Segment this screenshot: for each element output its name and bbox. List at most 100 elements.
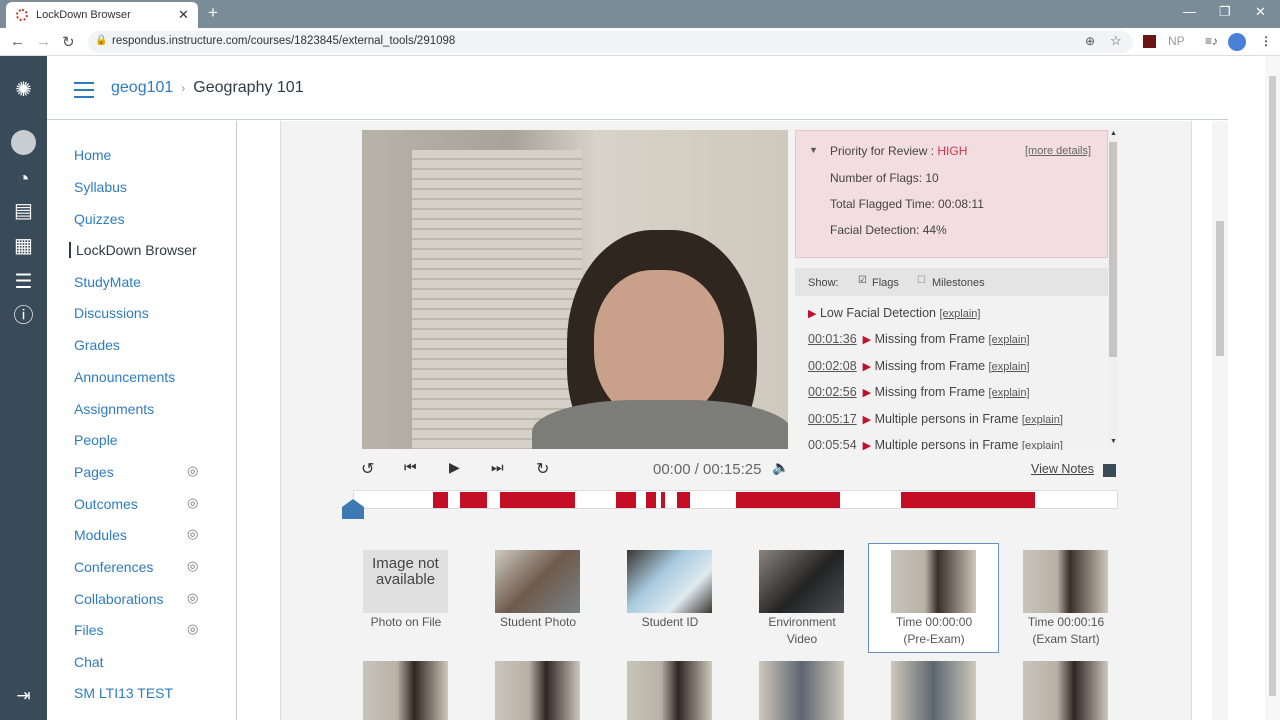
content-scrollbar[interactable] [1212, 121, 1228, 720]
close-window-icon[interactable]: ✕ [1255, 4, 1266, 20]
flag-segment[interactable] [616, 492, 637, 508]
new-tab-icon[interactable]: + [208, 3, 218, 23]
course-nav-item[interactable]: Chat [74, 654, 104, 670]
thumbnail-label: Student ID [641, 615, 699, 629]
help-icon[interactable]: ⓘ [10, 303, 37, 330]
collapse-nav-icon[interactable]: ⇥ [10, 682, 37, 709]
flag-text: Low Facial Detection [819, 306, 936, 320]
course-nav-item[interactable]: People [74, 432, 118, 448]
browser-tab[interactable]: LockDown Browser ✕ [6, 2, 198, 28]
flag-time-link[interactable]: 00:02:56 [808, 385, 857, 399]
back-icon[interactable]: ← [10, 33, 25, 50]
calendar-icon[interactable]: ▦ [10, 233, 37, 260]
skip-previous-icon[interactable]: ⏮ [404, 459, 417, 476]
more-details-link[interactable]: [more details] [1025, 145, 1091, 157]
flag-time-link[interactable]: 00:01:36 [808, 332, 857, 346]
dashboard-icon[interactable]: ◔ [10, 166, 37, 193]
flag-timeline[interactable] [353, 490, 1118, 509]
explain-link[interactable]: [explain] [1022, 414, 1063, 426]
courses-icon[interactable]: ▤ [10, 198, 37, 225]
profile-avatar[interactable] [1228, 33, 1246, 51]
breadcrumb-course-link[interactable]: geog101 [111, 79, 173, 96]
account-icon[interactable] [10, 129, 37, 156]
page-scrollbar[interactable] [1265, 56, 1280, 720]
thumbnail-image[interactable] [759, 661, 844, 720]
view-notes-link[interactable]: View Notes [1031, 462, 1094, 476]
volume-icon[interactable]: 🔈 [772, 459, 789, 476]
thumbnail-image[interactable] [891, 550, 976, 613]
course-nav-item[interactable]: Home [74, 147, 111, 163]
thumbnail-image[interactable] [759, 550, 844, 613]
minimize-icon[interactable]: — [1183, 4, 1196, 19]
explain-link[interactable]: [explain] [989, 361, 1030, 373]
course-nav-item[interactable]: Syllabus [74, 179, 127, 195]
course-nav-item[interactable]: Conferences [74, 559, 153, 575]
thumbnail-image[interactable] [363, 661, 448, 720]
collapse-triangle-icon[interactable]: ▼ [809, 145, 818, 155]
forward-10-icon[interactable]: ↻ [536, 459, 549, 479]
canvas-logo-icon[interactable]: ✺ [10, 77, 37, 104]
flag-segment[interactable] [735, 492, 840, 508]
thumbnail-image[interactable] [891, 661, 976, 720]
menu-kebab-icon[interactable]: ⋮ [1260, 34, 1272, 48]
thumbnail-image[interactable] [627, 661, 712, 720]
flag-time-link[interactable]: 00:05:17 [808, 412, 857, 426]
flag-row: 00:01:36 ▶ Missing from Frame [explain] [808, 332, 1030, 346]
forward-icon[interactable]: → [36, 33, 51, 50]
thumbnail-label: Student Photo [499, 615, 577, 629]
np-extension[interactable]: NP [1168, 34, 1185, 48]
thumbnail-image[interactable] [1023, 550, 1108, 613]
course-nav-item[interactable]: Discussions [74, 305, 149, 321]
explain-link[interactable]: [explain] [1022, 440, 1063, 450]
flag-segment[interactable] [500, 492, 576, 508]
milestones-checkbox[interactable]: ☐ [917, 275, 926, 286]
flag-segment[interactable] [660, 492, 665, 508]
course-nav-item[interactable]: Collaborations [74, 591, 164, 607]
thumbnail-image[interactable] [1023, 661, 1108, 720]
media-control-icon[interactable]: ≡♪ [1205, 34, 1218, 48]
explain-link[interactable]: [explain] [989, 387, 1030, 399]
thumbnail-image[interactable] [495, 661, 580, 720]
restore-icon[interactable]: ❐ [1219, 4, 1231, 20]
close-tab-icon[interactable]: ✕ [178, 7, 189, 23]
course-nav-item[interactable]: SM LTI13 TEST [74, 685, 173, 701]
hamburger-menu-icon[interactable] [74, 82, 94, 103]
url-field[interactable]: 🔒 respondus.instructure.com/courses/1823… [88, 31, 1133, 53]
course-nav-item[interactable]: LockDown Browser [69, 242, 197, 258]
course-nav-item[interactable]: Assignments [74, 401, 154, 417]
notes-icon[interactable] [1103, 464, 1116, 477]
thumbnail-image[interactable] [495, 550, 580, 613]
flags-checkbox[interactable]: ☑ [858, 275, 867, 286]
course-nav-item[interactable]: Quizzes [74, 211, 125, 227]
explain-link[interactable]: [explain] [989, 334, 1030, 346]
inbox-icon[interactable]: ☰ [10, 269, 37, 296]
panel-scrollbar[interactable]: ▲ ▼ [1108, 130, 1118, 450]
explain-link[interactable]: [explain] [939, 308, 980, 320]
zoom-icon[interactable]: ⊕ [1085, 34, 1095, 48]
course-nav-item[interactable]: Grades [74, 337, 120, 353]
thumbnail-image[interactable]: Image not available [363, 550, 448, 613]
flag-segment[interactable] [459, 492, 487, 508]
skip-next-icon[interactable]: ⏭ [491, 459, 504, 476]
bookmark-star-icon[interactable]: ☆ [1110, 33, 1122, 49]
rewind-10-icon[interactable]: ↺ [361, 459, 374, 479]
reload-icon[interactable]: ↻ [62, 33, 75, 51]
play-icon[interactable]: ▶ [449, 459, 460, 476]
flag-segment[interactable] [676, 492, 690, 508]
thumbnail-image[interactable] [627, 550, 712, 613]
flag-time-link[interactable]: 00:05:54 [808, 438, 857, 450]
course-nav-item[interactable]: Outcomes [74, 496, 138, 512]
flag-segment[interactable] [900, 492, 1035, 508]
course-nav-item[interactable]: Files [74, 622, 104, 638]
flag-time-link[interactable]: 00:02:08 [808, 359, 857, 373]
course-nav-item[interactable]: Pages [74, 464, 114, 480]
acrobat-extension-icon[interactable] [1143, 35, 1156, 48]
facial-detection: Facial Detection: 44% [830, 223, 947, 237]
flag-segment[interactable] [433, 492, 449, 508]
course-nav-item[interactable]: Announcements [74, 369, 175, 385]
priority-box: ▼ Priority for Review : HIGH [more detai… [795, 130, 1108, 258]
webcam-video[interactable] [362, 130, 788, 449]
flag-segment[interactable] [646, 492, 656, 508]
course-nav-item[interactable]: StudyMate [74, 274, 141, 290]
course-nav-item[interactable]: Modules [74, 527, 127, 543]
